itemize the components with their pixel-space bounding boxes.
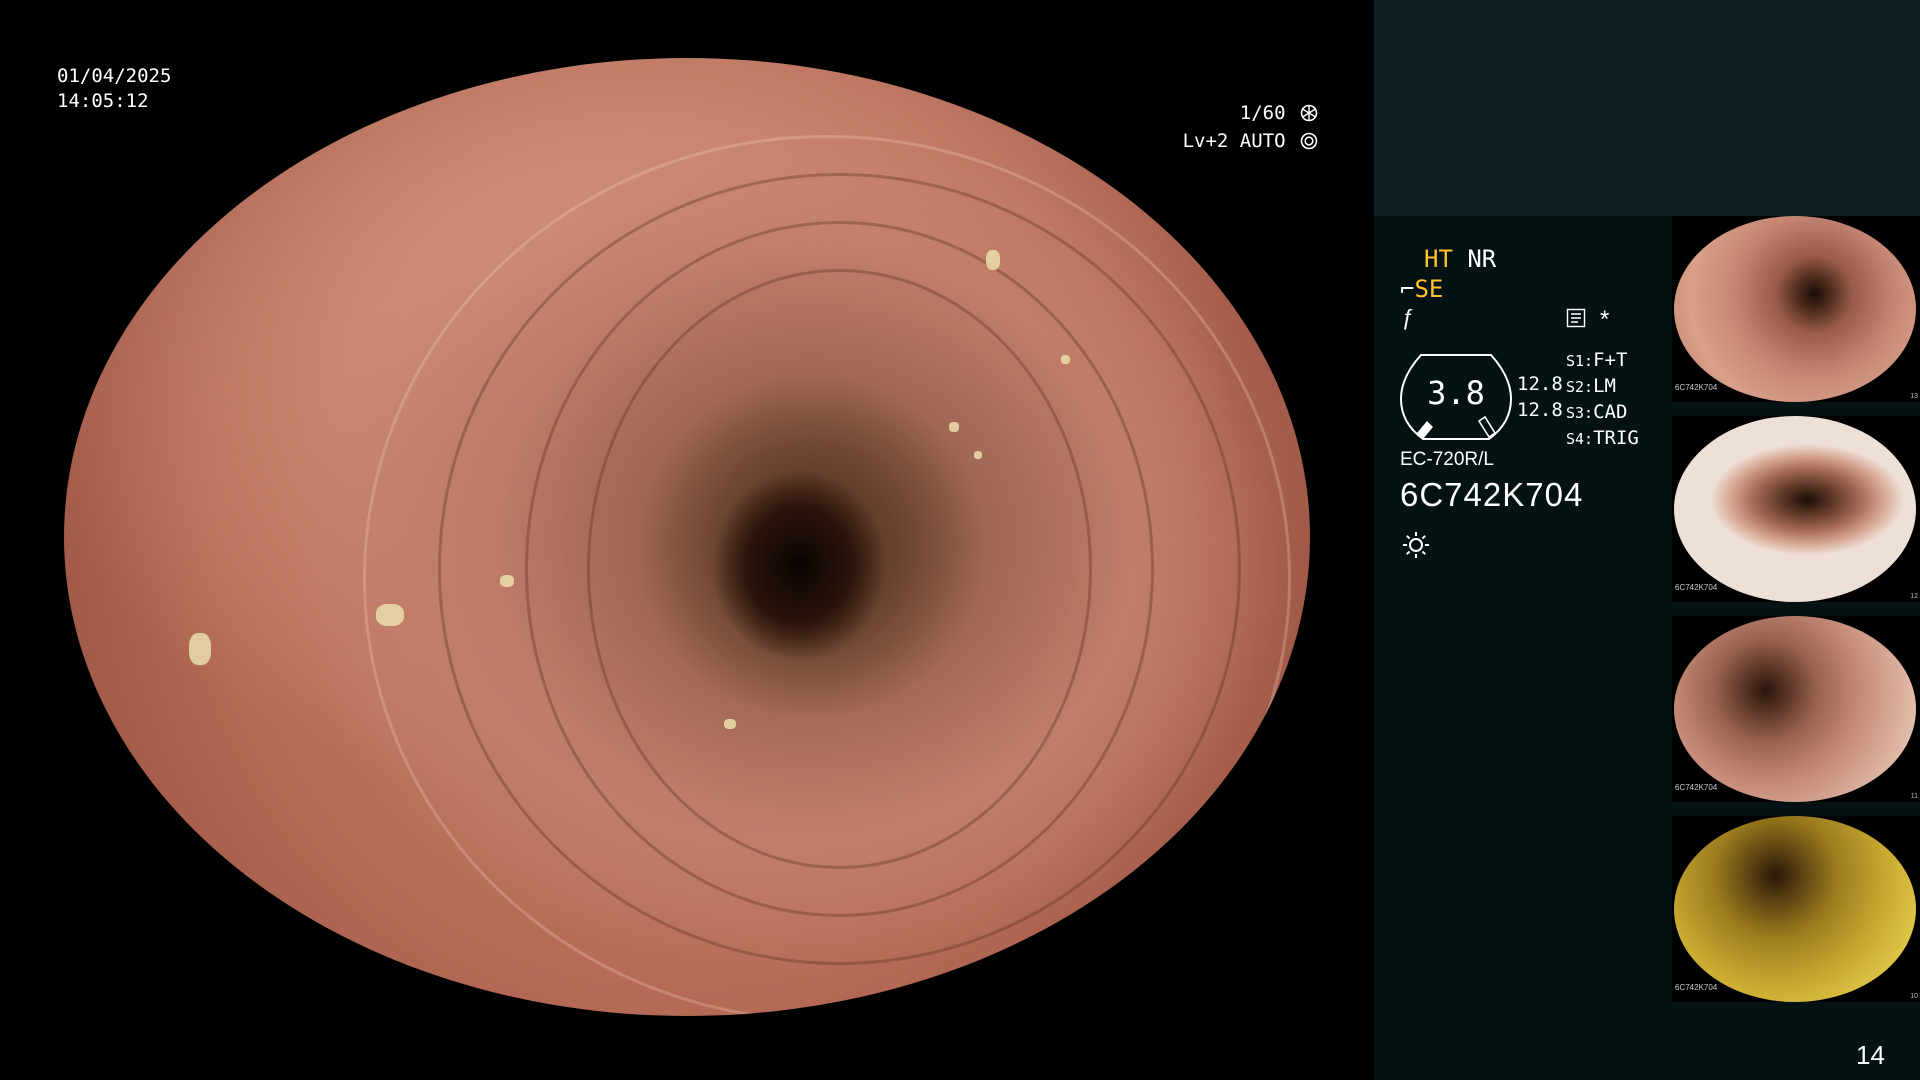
debris bbox=[986, 249, 1001, 270]
thumbnail-serial: 6C742K704 bbox=[1675, 583, 1718, 592]
gauge-num-2: 12.8 bbox=[1517, 399, 1563, 421]
auto-iris-icon bbox=[1300, 132, 1318, 150]
thumbnail-index: 11 bbox=[1910, 793, 1918, 800]
switch-row: S3:CAD bbox=[1566, 401, 1628, 423]
thumbnail-image bbox=[1674, 216, 1916, 402]
date-text: 01/04/2025 bbox=[57, 65, 172, 87]
thumbnail-image bbox=[1674, 616, 1916, 802]
switch-assignments: S1:F+T S2:LM S3:CAD S4:TRIG bbox=[1566, 348, 1639, 452]
thumbnail-index: 10 bbox=[1910, 993, 1918, 1000]
switch-row: S1:F+T bbox=[1566, 349, 1628, 371]
gauge-numbers: 12.8 12.8 bbox=[1517, 371, 1563, 423]
thumbnail-serial: 6C742K704 bbox=[1675, 983, 1718, 992]
level-text: Lv+2 AUTO bbox=[1182, 130, 1286, 152]
thumbnail-index: 13 bbox=[1910, 393, 1918, 400]
shutter-text: 1/60 bbox=[1239, 102, 1286, 124]
level-row: Lv+2 AUTO bbox=[1183, 127, 1318, 155]
endoscope-view bbox=[64, 58, 1310, 1016]
thumbnail-4[interactable]: 6C742K704 10 bbox=[1672, 816, 1920, 1002]
image-counter: 14 bbox=[1856, 1040, 1885, 1070]
debris bbox=[1060, 354, 1070, 364]
thumbnail-image bbox=[1674, 416, 1916, 602]
aperture-icon bbox=[1300, 104, 1318, 122]
debris bbox=[188, 632, 211, 665]
thumbnail-3[interactable]: 6C742K704 11 bbox=[1672, 616, 1920, 802]
brightness-icon bbox=[1403, 532, 1429, 558]
memo-icon bbox=[1566, 308, 1586, 328]
debris bbox=[724, 719, 737, 730]
switch-row: S4:TRIG bbox=[1566, 427, 1639, 449]
date-time: 01/04/2025 14:05:12 bbox=[57, 64, 171, 114]
debris bbox=[375, 604, 404, 627]
nr-label: NR bbox=[1467, 245, 1497, 273]
time-text: 14:05:12 bbox=[57, 90, 149, 112]
exposure-info: 1/60 Lv+2 AUTO bbox=[1183, 99, 1318, 155]
se-status: ⌐SE bbox=[1400, 275, 1443, 303]
thumbnail-serial: 6C742K704 bbox=[1675, 783, 1718, 792]
scope-serial: 6C742K704 bbox=[1400, 476, 1584, 513]
thumbnail-index: 12 bbox=[1910, 593, 1918, 600]
debris bbox=[948, 422, 959, 433]
debris bbox=[500, 575, 515, 588]
shutter-row: 1/60 bbox=[1183, 99, 1318, 127]
structure-icon: ⌐ bbox=[1400, 275, 1415, 303]
switch-row: S2:LM bbox=[1566, 375, 1616, 397]
debris bbox=[973, 450, 982, 459]
thumbnail-image bbox=[1674, 816, 1916, 1002]
thumbnail-2[interactable]: 6C742K704 12 bbox=[1672, 416, 1920, 602]
color-mode-icon: ƒ bbox=[1402, 305, 1415, 330]
se-label: SE bbox=[1414, 275, 1444, 303]
panel-header bbox=[1374, 0, 1920, 216]
ht-label: HT bbox=[1424, 245, 1453, 273]
star-icon: * bbox=[1600, 306, 1610, 333]
thumbnail-serial: 6C742K704 bbox=[1675, 383, 1718, 392]
gauge-value: 3.8 bbox=[1427, 374, 1485, 412]
scope-model: EC-720R/L bbox=[1400, 449, 1494, 470]
enhancement-status: HT NR bbox=[1424, 245, 1496, 273]
thumbnail-1[interactable]: 6C742K704 13 bbox=[1672, 216, 1920, 402]
gauge-num-1: 12.8 bbox=[1517, 373, 1563, 395]
